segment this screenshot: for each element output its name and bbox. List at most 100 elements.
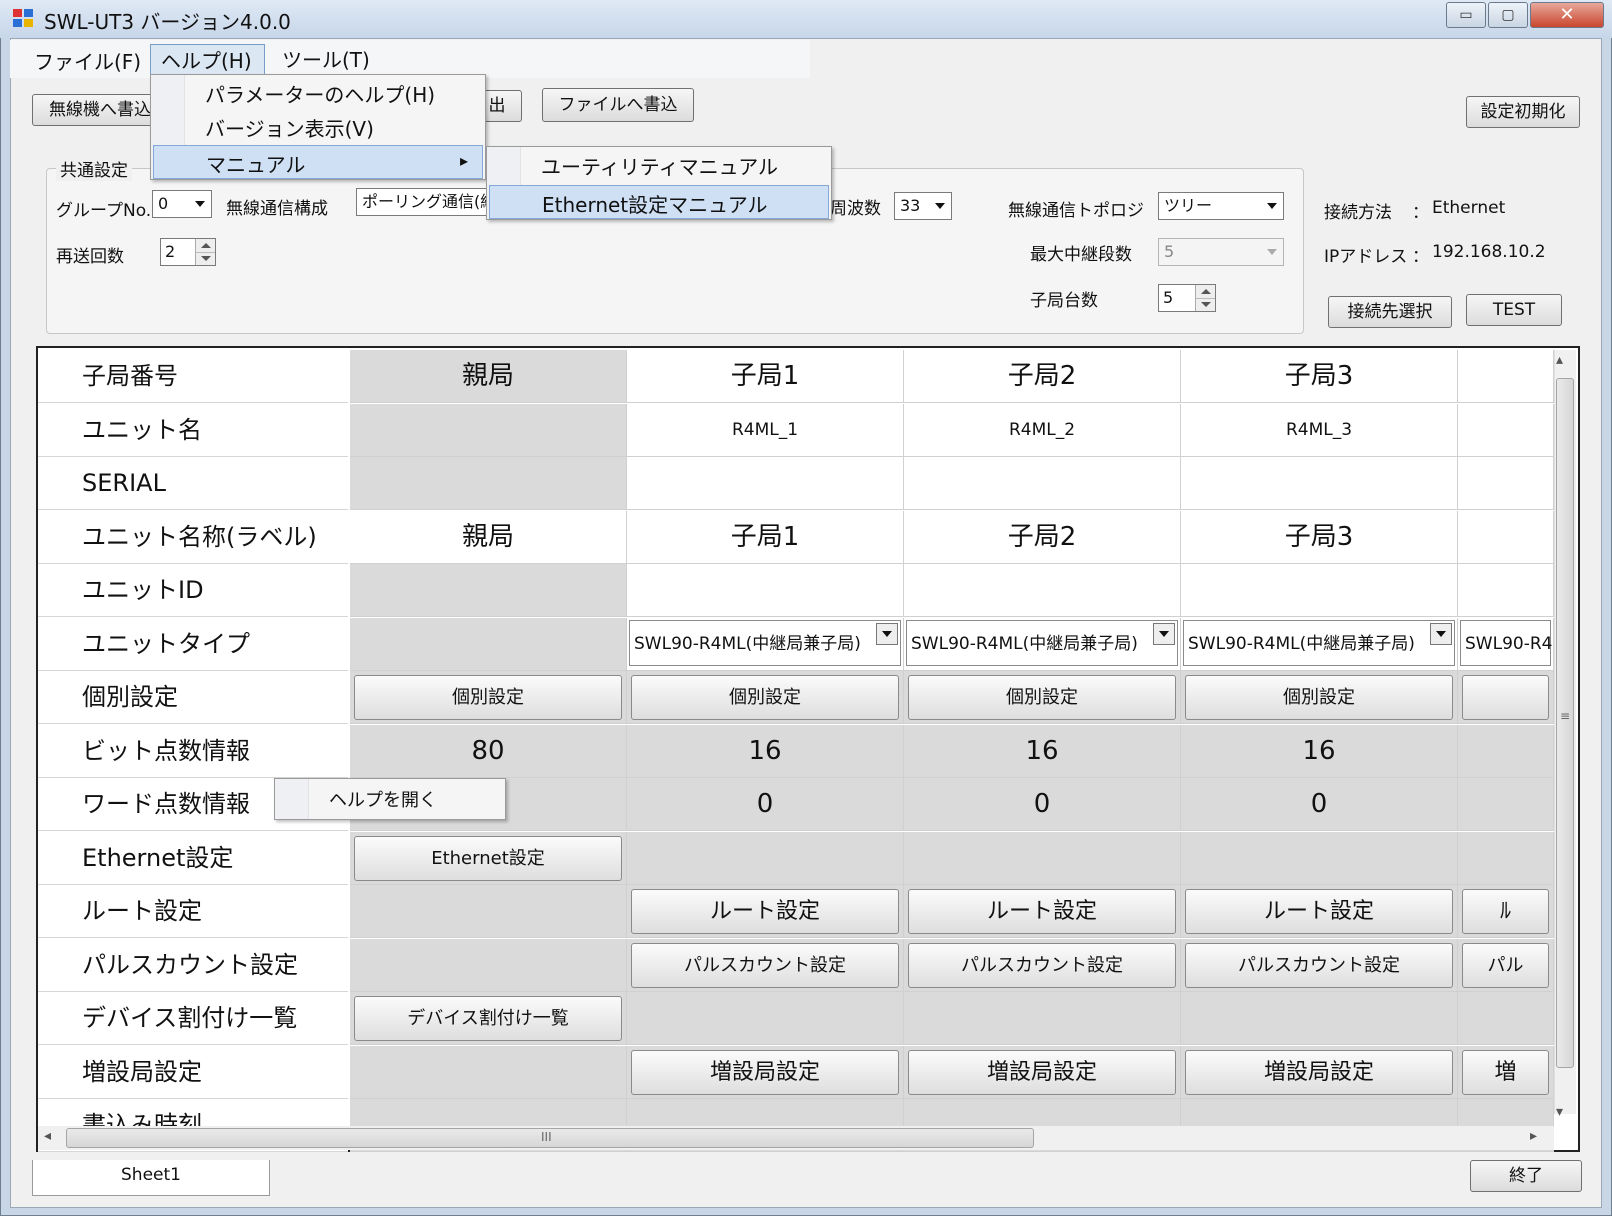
- open-help-item[interactable]: ヘルプを開く: [329, 786, 437, 812]
- row-header: ルート設定: [38, 885, 348, 938]
- retry-label: 再送回数: [56, 247, 124, 267]
- topology-select[interactable]: ツリー: [1158, 192, 1284, 220]
- grid-cell[interactable]: パル: [1458, 938, 1554, 992]
- grid-cell[interactable]: 個別設定: [1181, 671, 1458, 724]
- spin-up-icon[interactable]: [195, 239, 215, 252]
- grid-cell-button[interactable]: ルート設定: [908, 889, 1176, 934]
- ethernet-manual-item[interactable]: Ethernet設定マニュアル: [489, 185, 829, 219]
- grid-cell: 16: [1181, 724, 1458, 778]
- grid-cell[interactable]: 増設局設定: [627, 1045, 904, 1099]
- grid-cell: [1458, 831, 1554, 885]
- reset-settings-button[interactable]: 設定初期化: [1466, 96, 1580, 128]
- grid-cell-button[interactable]: 個別設定: [354, 675, 622, 720]
- select-connection-button[interactable]: 接続先選択: [1328, 296, 1452, 328]
- help-dropdown: パラメーターのヘルプ(H) バージョン表示(V) マニュアル ▸: [150, 74, 486, 180]
- retry-stepper[interactable]: 2: [160, 238, 216, 266]
- grid-cell-button[interactable]: ルート設定: [631, 889, 899, 934]
- grid-cell[interactable]: パルスカウント設定: [904, 938, 1181, 992]
- grid-cell-button[interactable]: [1462, 675, 1549, 720]
- write-file-button[interactable]: ファイルへ書込: [542, 88, 694, 122]
- manual-item[interactable]: マニュアル ▸: [153, 145, 483, 179]
- menu-file[interactable]: ファイル(F): [24, 46, 151, 78]
- grid-cell[interactable]: 増設局設定: [1181, 1045, 1458, 1099]
- unit-type-select[interactable]: SWL90-R4I: [1460, 619, 1553, 666]
- row-header: パルスカウント設定: [38, 938, 348, 992]
- grid-cell[interactable]: [1458, 671, 1554, 724]
- spin-down-icon[interactable]: [1195, 298, 1215, 311]
- grid-cell[interactable]: 個別設定: [904, 671, 1181, 724]
- scroll-down-icon[interactable]: ▾: [1556, 1104, 1563, 1120]
- grid-cell: 16: [627, 724, 904, 778]
- close-button[interactable]: ✕: [1530, 2, 1604, 28]
- grid-cell-button[interactable]: 増設局設定: [1185, 1049, 1453, 1095]
- group-no-select[interactable]: 0: [152, 190, 212, 218]
- grid-cell-button[interactable]: パル: [1462, 942, 1549, 988]
- grid-cell-button[interactable]: パルスカウント設定: [1185, 942, 1453, 988]
- unit-type-select[interactable]: SWL90-R4ML(中継局兼子局): [1183, 619, 1455, 666]
- scroll-left-icon[interactable]: ◂: [44, 1128, 51, 1144]
- utility-manual-item[interactable]: ユーティリティマニュアル: [541, 151, 778, 180]
- grid-cell[interactable]: SWL90-R4ML(中継局兼子局): [627, 617, 904, 671]
- grid-cell[interactable]: 個別設定: [350, 671, 627, 724]
- connection-method-value: Ethernet: [1432, 198, 1506, 218]
- grid-cell[interactable]: デバイス割付け一覧: [350, 992, 627, 1045]
- grid-cell[interactable]: パルスカウント設定: [1181, 938, 1458, 992]
- test-button[interactable]: TEST: [1466, 294, 1562, 326]
- grid-cell: [1181, 457, 1458, 510]
- grid-cell: 親局: [350, 510, 627, 564]
- grid-cell[interactable]: SWL90-R4I: [1458, 617, 1554, 671]
- chevron-down-icon[interactable]: [1153, 622, 1175, 645]
- grid-cell[interactable]: SWL90-R4ML(中継局兼子局): [1181, 617, 1458, 671]
- maximize-button[interactable]: ▢: [1488, 2, 1528, 28]
- grid-cell[interactable]: 増: [1458, 1045, 1554, 1099]
- vertical-scroll-thumb[interactable]: ≡: [1556, 378, 1574, 1068]
- chevron-down-icon[interactable]: [876, 622, 898, 645]
- grid-cell-button[interactable]: 個別設定: [908, 675, 1176, 720]
- grid-cell-button[interactable]: パルスカウント設定: [631, 942, 899, 988]
- grid-cell[interactable]: ルート設定: [1181, 885, 1458, 938]
- grid-cell-button[interactable]: 増: [1462, 1049, 1549, 1095]
- grid-cell-button[interactable]: デバイス割付け一覧: [354, 996, 622, 1041]
- write-wireless-button[interactable]: 無線機へ書込: [32, 94, 157, 126]
- grid-cell[interactable]: SWL90-R4ML(中継局兼子局): [904, 617, 1181, 671]
- grid-cell[interactable]: パルスカウント設定: [627, 938, 904, 992]
- group-no-value: 0: [158, 194, 169, 213]
- grid-cell-button[interactable]: 増設局設定: [908, 1049, 1176, 1095]
- grid-cell-button[interactable]: ﾙ: [1462, 889, 1549, 934]
- minimize-button[interactable]: ▭: [1446, 2, 1486, 28]
- menu-tools[interactable]: ツール(T): [272, 44, 380, 76]
- grid-cell-button[interactable]: 個別設定: [1185, 675, 1453, 720]
- grid-cell[interactable]: ルート設定: [904, 885, 1181, 938]
- grid-cell-button[interactable]: Ethernet設定: [354, 835, 622, 881]
- max-relay-select[interactable]: 5: [1158, 238, 1284, 266]
- frequency-select[interactable]: 33: [894, 192, 952, 220]
- exit-button[interactable]: 終了: [1470, 1160, 1582, 1192]
- child-count-stepper[interactable]: 5: [1158, 284, 1216, 312]
- spin-up-icon[interactable]: [1195, 285, 1215, 298]
- grid-cell: [350, 938, 627, 992]
- config-select[interactable]: ポーリング通信(細: [356, 188, 496, 216]
- version-item[interactable]: バージョン表示(V): [205, 113, 374, 142]
- grid-cell: 子局3: [1181, 350, 1458, 403]
- grid-cell[interactable]: Ethernet設定: [350, 831, 627, 885]
- param-help-item[interactable]: パラメーターのヘルプ(H): [205, 79, 435, 108]
- grid-cell[interactable]: 増設局設定: [904, 1045, 1181, 1099]
- menu-help[interactable]: ヘルプ(H): [150, 44, 265, 76]
- unit-type-select[interactable]: SWL90-R4ML(中継局兼子局): [906, 619, 1178, 666]
- grid-cell-button[interactable]: パルスカウント設定: [908, 942, 1176, 988]
- child-count-label: 子局台数: [1030, 291, 1098, 311]
- spin-down-icon[interactable]: [195, 252, 215, 265]
- grid-cell-button[interactable]: ルート設定: [1185, 889, 1453, 934]
- scroll-up-icon[interactable]: ▴: [1556, 352, 1563, 368]
- grid-cell[interactable]: ルート設定: [627, 885, 904, 938]
- horizontal-scroll-thumb[interactable]: III: [66, 1128, 1034, 1148]
- title-bar[interactable]: SWL-UT3 バージョン4.0.0 ▭ ▢ ✕: [0, 0, 1612, 38]
- chevron-down-icon[interactable]: [1430, 622, 1452, 645]
- grid-cell[interactable]: 個別設定: [627, 671, 904, 724]
- scroll-right-icon[interactable]: ▸: [1530, 1128, 1537, 1144]
- grid-cell-button[interactable]: 個別設定: [631, 675, 899, 720]
- grid-cell-button[interactable]: 増設局設定: [631, 1049, 899, 1095]
- unit-type-select[interactable]: SWL90-R4ML(中継局兼子局): [629, 619, 901, 666]
- grid-cell[interactable]: ﾙ: [1458, 885, 1554, 938]
- sheet-tab[interactable]: Sheet1: [32, 1160, 270, 1196]
